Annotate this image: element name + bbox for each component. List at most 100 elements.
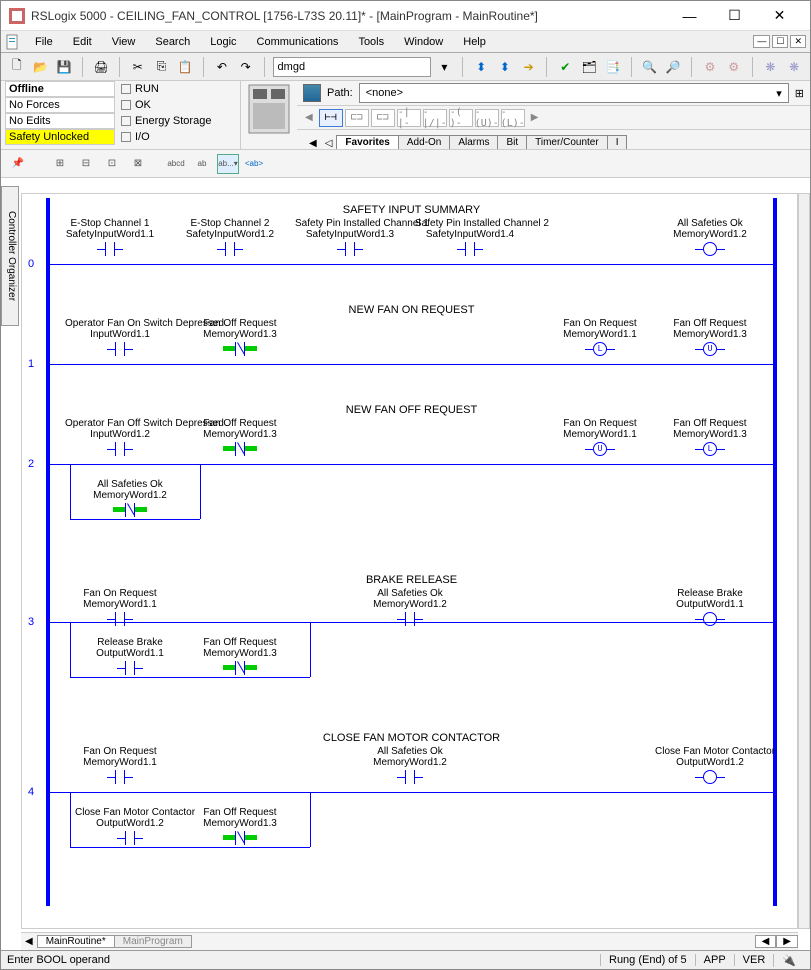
mdi-close[interactable]: ✕ (790, 35, 806, 48)
instruction[interactable]: Fan Off Request MemoryWord1.3 (185, 318, 295, 356)
instruction[interactable]: All Safeties Ok MemoryWord1.2 (355, 746, 465, 784)
rung-number[interactable]: 3 (28, 616, 34, 628)
instruction[interactable]: Fan Off Request MemoryWord1.3 L (655, 418, 765, 456)
abcd-icon[interactable]: abcd (165, 154, 187, 174)
instruction[interactable]: All Safeties Ok MemoryWord1.2 (75, 479, 185, 517)
branch2-element[interactable]: ⊏⊐ (371, 109, 395, 127)
instruction[interactable]: All Safeties Ok MemoryWord1.2 (355, 588, 465, 626)
tab-mainprogram[interactable]: MainProgram (114, 935, 192, 948)
tab-i[interactable]: I (607, 135, 628, 149)
instruction[interactable]: Fan On Request MemoryWord1.1 U (545, 418, 655, 456)
cut-icon[interactable]: ✂ (128, 57, 148, 77)
vertical-scrollbar[interactable] (798, 193, 810, 929)
branch-element[interactable]: ⊏⊐ (345, 109, 369, 127)
rung-number[interactable]: 4 (28, 786, 34, 798)
instruction[interactable]: Fan On Request MemoryWord1.1 (65, 746, 175, 784)
zoom-in-icon[interactable]: 🔍 (640, 57, 660, 77)
instruction[interactable]: Safety Pin Installed Channel 2 SafetyInp… (415, 218, 525, 256)
print-icon[interactable]: 🖨 (91, 57, 111, 77)
tabs-first[interactable]: ◀ (305, 138, 321, 149)
tab-alarms[interactable]: Alarms (449, 135, 498, 149)
redo-icon[interactable]: ↷ (236, 57, 256, 77)
quick-search-input[interactable] (273, 57, 431, 77)
edit1-icon[interactable]: ⊞ (49, 154, 71, 174)
xio-element[interactable]: -|/|- (423, 109, 447, 127)
instruction[interactable]: Fan Off Request MemoryWord1.3 (185, 807, 295, 845)
edit3-icon[interactable]: ⊡ (101, 154, 123, 174)
mdi-max[interactable]: ☐ (772, 35, 788, 48)
ab-icon[interactable]: ab (191, 154, 213, 174)
ote-element[interactable]: -( )- (449, 109, 473, 127)
nav-left-icon[interactable]: ◀ (305, 112, 313, 123)
browse-path-icon[interactable]: ⊞ (795, 87, 804, 100)
copy-icon[interactable]: ⎘ (152, 57, 172, 77)
save-icon[interactable]: 💾 (54, 57, 74, 77)
tab-favorites[interactable]: Favorites (336, 135, 398, 149)
instruction[interactable]: Fan Off Request MemoryWord1.3 (185, 637, 295, 675)
menu-tools[interactable]: Tools (348, 34, 394, 50)
edit2-icon[interactable]: ⊟ (75, 154, 97, 174)
tool4-icon[interactable]: ❋ (784, 57, 804, 77)
rung-number[interactable]: 0 (28, 258, 34, 270)
close-button[interactable]: ✕ (757, 2, 802, 30)
otl-element[interactable]: -(L)- (501, 109, 525, 127)
path-input[interactable]: <none>▾ (359, 83, 789, 103)
rung-element[interactable]: ⊢⊣ (319, 109, 343, 127)
instruction[interactable]: Fan On Request MemoryWord1.1 L (545, 318, 655, 356)
tool1-icon[interactable]: ⚙ (700, 57, 720, 77)
verify-icon[interactable]: ✔ (555, 57, 575, 77)
menu-logic[interactable]: Logic (200, 34, 246, 50)
goto-icon[interactable]: ➔ (519, 57, 539, 77)
instruction[interactable]: Operator Fan Off Switch Depressed InputW… (65, 418, 175, 456)
menu-edit[interactable]: Edit (63, 34, 102, 50)
instruction[interactable]: Release Brake OutputWord1.1 (655, 588, 765, 626)
instruction[interactable]: Safety Pin Installed Channel 1 SafetyInp… (295, 218, 405, 256)
tab-mainroutine[interactable]: MainRoutine* (37, 935, 115, 948)
tabs-prev[interactable]: ◁ (321, 138, 337, 149)
pin-icon[interactable]: 📌 (7, 154, 29, 174)
instruction[interactable]: E-Stop Channel 1 SafetyInputWord1.1 (55, 218, 165, 256)
instruction[interactable]: Fan Off Request MemoryWord1.3 U (655, 318, 765, 356)
tab-bit[interactable]: Bit (497, 135, 527, 149)
props-icon[interactable]: 📑 (603, 57, 623, 77)
ab-sel-icon[interactable]: ab...▾ (217, 154, 239, 174)
instruction[interactable]: Fan Off Request MemoryWord1.3 (185, 418, 295, 456)
open-icon[interactable]: 📂 (31, 57, 51, 77)
instruction[interactable]: All Safeties Ok MemoryWord1.2 (655, 218, 765, 256)
instruction[interactable]: Fan On Request MemoryWord1.1 (65, 588, 175, 626)
menu-search[interactable]: Search (145, 34, 200, 50)
rung-number[interactable]: 2 (28, 458, 34, 470)
rslinx-icon[interactable] (303, 84, 321, 102)
find-prev-icon[interactable]: ⬍ (495, 57, 515, 77)
new-icon[interactable]: 🗋 (7, 57, 27, 77)
minimize-button[interactable]: — (667, 2, 712, 30)
maximize-button[interactable]: ☐ (712, 2, 757, 30)
tabs-nav-left[interactable]: ◀ (21, 936, 37, 947)
menu-view[interactable]: View (102, 34, 146, 50)
menu-comm[interactable]: Communications (247, 34, 349, 50)
ab2-icon[interactable]: <ab> (243, 154, 265, 174)
zoom-out-icon[interactable]: 🔎 (663, 57, 683, 77)
paste-icon[interactable]: 📋 (175, 57, 195, 77)
instruction[interactable]: Release Brake OutputWord1.1 (75, 637, 185, 675)
rung-number[interactable]: 1 (28, 358, 34, 370)
instruction[interactable]: E-Stop Channel 2 SafetyInputWord1.2 (175, 218, 285, 256)
find-next-icon[interactable]: ⬍ (471, 57, 491, 77)
instruction[interactable]: Operator Fan On Switch Depressed InputWo… (65, 318, 175, 356)
xic-element[interactable]: -| |- (397, 109, 421, 127)
undo-icon[interactable]: ↶ (212, 57, 232, 77)
otu-element[interactable]: -(U)- (475, 109, 499, 127)
tool2-icon[interactable]: ⚙ (724, 57, 744, 77)
ladder-editor[interactable]: SAFETY INPUT SUMMARY0 E-Stop Channel 1 S… (21, 193, 798, 929)
menu-help[interactable]: Help (453, 34, 496, 50)
instruction[interactable]: Close Fan Motor Contactor OutputWord1.2 (655, 746, 765, 784)
hscroll-left[interactable]: ◀ (755, 935, 777, 948)
dropdown-icon[interactable]: ▾ (435, 57, 455, 77)
hscroll-right[interactable]: ▶ (776, 935, 798, 948)
menu-file[interactable]: File (25, 34, 63, 50)
menu-window[interactable]: Window (394, 34, 453, 50)
controller-organizer-tab[interactable]: Controller Organizer (1, 186, 19, 326)
tree-icon[interactable]: 🗂 (579, 57, 599, 77)
tool3-icon[interactable]: ❋ (761, 57, 781, 77)
edit4-icon[interactable]: ⊠ (127, 154, 149, 174)
